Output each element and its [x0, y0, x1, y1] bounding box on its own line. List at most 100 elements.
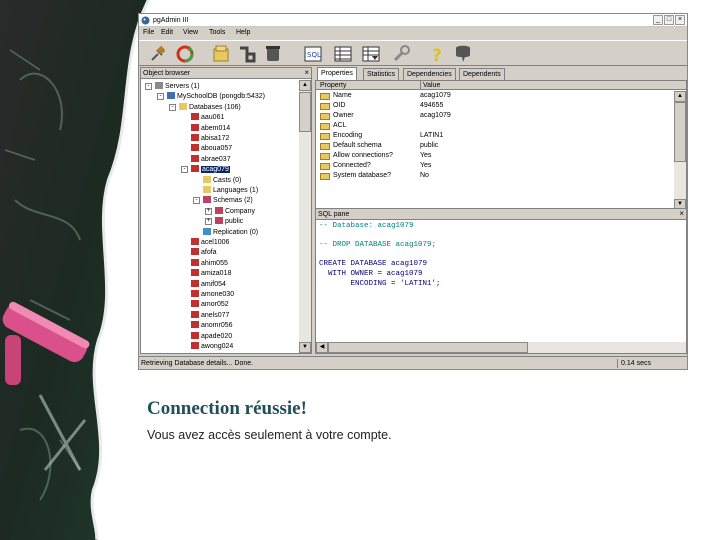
sql-query-icon[interactable]: SQL: [303, 44, 323, 64]
tree-node[interactable]: MySchoolDB (pongdb:5432): [167, 92, 265, 101]
tree-node[interactable]: abisa172: [191, 134, 229, 143]
tree-node[interactable]: public: [215, 217, 243, 226]
tab-properties[interactable]: Properties: [317, 67, 357, 80]
schemas-icon: [203, 196, 211, 204]
tree-node[interactable]: abem014: [191, 123, 230, 133]
property-value: LATIN1: [420, 132, 444, 139]
maintenance-wrench-icon[interactable]: [391, 44, 411, 64]
tab-dependents[interactable]: Dependents: [459, 68, 505, 80]
scroll-up-arrow-icon[interactable]: ▲: [674, 91, 686, 102]
tree-node[interactable]: afofa: [191, 248, 217, 257]
tab-statistics[interactable]: Statistics: [363, 68, 400, 80]
database-icon: [191, 144, 199, 152]
tree-node[interactable]: aboua057: [191, 144, 232, 153]
scroll-thumb[interactable]: [674, 102, 686, 162]
property-row[interactable]: Connected? Yes: [316, 161, 674, 171]
property-row[interactable]: Allow connections? Yes: [316, 151, 674, 161]
minimize-button[interactable]: _: [653, 15, 663, 25]
column-property[interactable]: Property: [320, 81, 346, 90]
tree-node[interactable]: Schemas (2): [203, 196, 253, 205]
tree-node-label: Replication (0): [213, 228, 259, 236]
drop-object-icon[interactable]: [263, 44, 283, 64]
tree-node[interactable]: Databases (106): [179, 102, 241, 112]
menu-help[interactable]: Help: [236, 29, 250, 37]
tree-node[interactable]: Casts (0): [203, 175, 241, 185]
object-browser-scrollbar[interactable]: ▲ ▼: [299, 80, 311, 353]
menu-tools[interactable]: Tools: [209, 29, 225, 37]
column-value[interactable]: Value: [420, 81, 440, 90]
create-object-icon[interactable]: [237, 44, 257, 64]
expand-icon[interactable]: +: [205, 218, 212, 226]
menu-view[interactable]: View: [183, 29, 198, 37]
collapse-icon[interactable]: -: [145, 83, 152, 90]
tree-node[interactable]: awong024: [191, 342, 233, 351]
hint-icon[interactable]: [453, 44, 473, 64]
tree-node[interactable]: acel1006: [191, 238, 229, 247]
filtered-data-icon[interactable]: [361, 44, 381, 64]
property-name: Allow connections?: [333, 152, 393, 159]
object-tree: Servers (1) - MySchoolDB (pongdb:5432) - Dat…: [141, 80, 299, 353]
status-bar: Retrieving Database details... Done. 0.1…: [139, 356, 687, 369]
database-icon: [191, 300, 199, 308]
properties-icon[interactable]: [211, 44, 231, 64]
scroll-left-arrow-icon[interactable]: ◀: [316, 342, 328, 353]
tree-node[interactable]: apade020: [191, 331, 232, 341]
object-browser-close-icon[interactable]: ×: [304, 68, 309, 78]
property-icon: [320, 133, 330, 140]
tree-node[interactable]: Company: [215, 206, 255, 216]
tree-node[interactable]: amone030: [191, 290, 234, 299]
property-row[interactable]: OID 494655: [316, 101, 674, 111]
sql-pane-scrollbar[interactable]: ◀: [316, 342, 686, 353]
sql-line: ENCODING = 'LATIN1';: [319, 279, 441, 288]
tree-node[interactable]: amif054: [191, 279, 226, 289]
property-row[interactable]: Owner acag1079: [316, 111, 674, 121]
tree-node[interactable]: acag079: [191, 165, 230, 174]
refresh-icon[interactable]: [175, 44, 195, 64]
scroll-thumb[interactable]: [299, 92, 311, 132]
tab-strip: Properties Statistics Dependencies Depen…: [315, 67, 687, 80]
tree-node[interactable]: Servers (1): [155, 82, 200, 91]
property-row[interactable]: Name acag1079: [316, 91, 674, 101]
tree-node[interactable]: amor052: [191, 300, 229, 309]
tree-node[interactable]: aau061: [191, 113, 224, 122]
property-row[interactable]: System database? No: [316, 171, 674, 181]
sql-pane-close-icon[interactable]: ×: [679, 209, 684, 219]
collapse-icon[interactable]: -: [169, 103, 176, 111]
tree-node[interactable]: anomr056: [191, 321, 233, 330]
scroll-up-arrow-icon[interactable]: ▲: [299, 80, 311, 91]
database-icon: [191, 290, 199, 297]
tree-node[interactable]: anels077: [191, 310, 229, 320]
menu-edit[interactable]: Edit: [161, 29, 173, 37]
help-icon[interactable]: ?: [427, 44, 447, 64]
tree-node[interactable]: Languages (1): [203, 186, 258, 195]
property-row[interactable]: Default schema public: [316, 141, 674, 151]
close-button[interactable]: ×: [675, 15, 685, 25]
property-row[interactable]: Encoding LATIN1: [316, 131, 674, 141]
scroll-down-arrow-icon[interactable]: ▼: [299, 342, 311, 353]
title-bar: pgAdmin III _ □ ×: [139, 14, 687, 27]
maximize-button[interactable]: □: [664, 15, 674, 25]
tab-dependencies[interactable]: Dependencies: [403, 68, 456, 80]
properties-scrollbar[interactable]: ▲ ▼: [674, 91, 686, 210]
scroll-thumb[interactable]: [328, 342, 528, 353]
tree-node[interactable]: amiza018: [191, 269, 231, 278]
tree-node[interactable]: ahim055: [191, 258, 228, 268]
connect-plug-icon[interactable]: [148, 44, 168, 64]
caption-body: Vous avez accès seulement à votre compte…: [147, 428, 392, 442]
svg-text:?: ?: [432, 46, 442, 64]
menu-file[interactable]: File: [143, 29, 154, 37]
replication-icon: [203, 227, 211, 235]
view-data-icon[interactable]: [333, 44, 353, 64]
database-icon: [191, 331, 199, 339]
property-row[interactable]: ACL: [316, 121, 674, 131]
property-icon: [320, 163, 330, 170]
tree-node[interactable]: Replication (0): [203, 227, 259, 237]
expand-icon[interactable]: +: [205, 207, 212, 215]
collapse-icon[interactable]: -: [157, 93, 164, 101]
sql-code[interactable]: -- Database: acag1079 -- DROP DATABASE ac…: [319, 222, 674, 338]
property-icon: [320, 143, 330, 150]
collapse-icon[interactable]: -: [193, 197, 200, 205]
property-icon: [320, 173, 330, 180]
tree-node[interactable]: abrae037: [191, 154, 231, 164]
collapse-icon[interactable]: -: [181, 166, 188, 174]
